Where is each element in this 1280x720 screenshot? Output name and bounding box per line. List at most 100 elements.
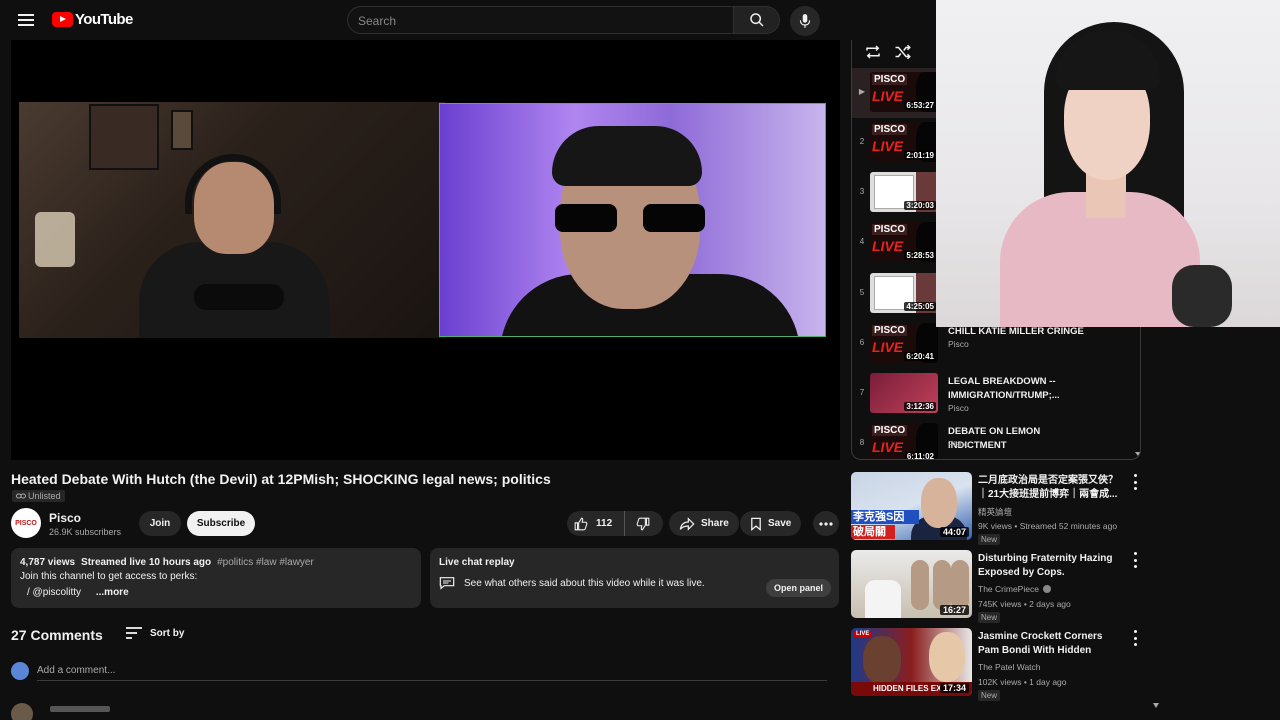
playlist-thumbnail[interactable]: PISCO LIVE 5:28:53	[870, 222, 938, 262]
youtube-logo[interactable]: YouTube	[52, 11, 133, 28]
playlist-thumbnail[interactable]: 4:25:05	[870, 273, 938, 313]
save-button[interactable]: Save	[740, 511, 802, 536]
video-player[interactable]	[11, 40, 840, 460]
recommendation-card[interactable]: 李克強S因破局關鍵 44:07 二月底政治局是否定案張又俠？｜21大接班提前博弈｜兩…	[851, 472, 1141, 545]
share-button[interactable]: Share	[669, 511, 739, 536]
description-box[interactable]: 4,787 views Streamed live 10 hours ago #…	[11, 548, 421, 608]
stream-date: Streamed live 10 hours ago	[81, 557, 212, 568]
voice-search-button[interactable]	[790, 6, 820, 36]
add-comment-input[interactable]: Add a comment...	[37, 665, 827, 681]
search-icon	[749, 13, 764, 27]
playlist-item-title[interactable]: LEGAL BREAKDOWN -- IMMIGRATION/TRUMP;...	[948, 375, 1098, 403]
thumbs-up-icon	[574, 517, 588, 530]
youtube-play-icon	[52, 12, 73, 27]
view-count: 4,787 views	[20, 557, 76, 568]
recommendation-title[interactable]: Disturbing Fraternity Hazing Exposed by …	[978, 552, 1126, 580]
thumbs-down-icon	[636, 517, 650, 530]
subscribe-button[interactable]: Subscribe	[187, 511, 255, 536]
subscriber-count: 26.9K subscribers	[49, 527, 122, 537]
save-label: Save	[768, 518, 792, 529]
playlist-item-index: ▶	[858, 87, 866, 96]
playlist-item-index: 3	[859, 187, 865, 196]
playlist-thumbnail[interactable]: 3:20:03	[870, 172, 938, 212]
recommendation-thumbnail[interactable]: 李克強S因破局關鍵 44:07	[851, 472, 972, 540]
playlist-item-index: 2	[859, 137, 865, 146]
playlist-item[interactable]: 7 3:12:36 LEGAL BREAKDOWN -- IMMIGRATION/T…	[852, 369, 1140, 419]
playlist-item-index: 6	[859, 338, 865, 347]
recommendation-channel[interactable]: 精英論壇	[978, 506, 1012, 518]
playlist-item-title[interactable]: DEBATE ON LEMON INDICTMENT	[948, 425, 1098, 453]
recommendation-title[interactable]: Jasmine Crockett Corners Pam Bondi With …	[978, 630, 1126, 658]
thumbnail-caption: 破局關鍵	[851, 525, 895, 539]
recommendation-card[interactable]: 16:27 Disturbing Fraternity Hazing Expose…	[851, 550, 1141, 623]
playlist-thumbnail[interactable]: PISCO LIVE 2:01:19	[870, 122, 938, 162]
new-badge: New	[978, 612, 1001, 623]
recommendation-duration: 16:27	[939, 605, 969, 615]
playlist-thumbnail[interactable]: PISCO LIVE 6:11:02	[870, 423, 938, 459]
playlist-item-channel[interactable]: Pisco	[948, 339, 969, 349]
menu-icon[interactable]	[14, 8, 38, 32]
more-actions-button[interactable]	[813, 511, 839, 536]
user-avatar	[11, 662, 29, 680]
playlist-item-channel[interactable]: Pisco	[948, 439, 969, 449]
scroll-down-arrow[interactable]	[1153, 703, 1159, 708]
unlisted-label: Unlisted	[28, 491, 61, 501]
playlist-item[interactable]: 8 PISCO LIVE 6:11:02 DEBATE ON LEMON INDICTM…	[852, 419, 1140, 459]
more-vertical-icon[interactable]	[1131, 552, 1139, 568]
playlist-item-index: 8	[859, 438, 865, 447]
video-left-feed	[19, 102, 445, 338]
playlist-thumbnail[interactable]: PISCO LIVE 6:20:41	[870, 323, 938, 363]
recommendation-channel[interactable]: The CrimePiece	[978, 584, 1039, 594]
loop-icon[interactable]	[864, 44, 882, 60]
join-button[interactable]: Join	[139, 511, 181, 536]
channel-name[interactable]: Pisco	[49, 511, 81, 525]
comment-author-avatar[interactable]	[11, 703, 33, 720]
recommendation-title[interactable]: 二月底政治局是否定案張又俠？｜21大接班提前博弈｜兩會成...	[978, 474, 1126, 502]
live-chat-title: Live chat replay	[439, 557, 515, 568]
description-text: Join this channel to get access to perks…	[20, 571, 198, 582]
search-input[interactable]	[358, 12, 718, 30]
live-chat-replay: Live chat replay See what others said ab…	[430, 548, 839, 608]
recommendation-channel-row: 精英論壇	[978, 506, 1012, 518]
sort-icon	[126, 627, 142, 639]
recommendation-duration: 44:07	[939, 527, 969, 537]
playlist-item-index: 7	[859, 388, 865, 397]
recommendation-meta: 102K views • 1 day ago	[978, 677, 1067, 687]
playlist-item-duration: 2:01:19	[904, 151, 936, 160]
recommendation-meta: 9K views • Streamed 52 minutes ago	[978, 521, 1118, 531]
playlist-item-channel[interactable]: Pisco	[948, 403, 969, 413]
search-button[interactable]	[734, 6, 780, 34]
playlist-thumbnail[interactable]: 3:12:36	[870, 373, 938, 413]
playlist-item-index: 5	[859, 288, 865, 297]
playlist-item-title[interactable]: CHILL KATIE MILLER CRINGE	[948, 325, 1098, 339]
search-box[interactable]	[347, 6, 734, 34]
shuffle-icon[interactable]	[894, 44, 912, 60]
verified-icon	[1042, 585, 1051, 593]
open-panel-button[interactable]: Open panel	[765, 579, 831, 597]
dislike-button[interactable]	[625, 511, 661, 536]
chat-icon	[439, 577, 455, 590]
more-vertical-icon[interactable]	[1131, 630, 1139, 646]
channel-avatar[interactable]: PISCO	[11, 508, 41, 538]
playlist-item-duration: 5:28:53	[904, 251, 936, 260]
hashtags[interactable]: #politics #law #lawyer	[217, 557, 314, 568]
comment-author-name[interactable]	[50, 706, 110, 712]
comments-count: 27 Comments	[11, 627, 103, 643]
playlist-item-duration: 3:12:36	[904, 402, 936, 411]
playlist-scroll-arrow[interactable]	[1135, 452, 1140, 456]
like-button[interactable]: 112	[567, 511, 625, 536]
recommendation-channel[interactable]: The Patel Watch	[978, 662, 1041, 672]
playlist-item-duration: 6:20:41	[904, 352, 936, 361]
playlist-thumbnail[interactable]: PISCO LIVE 6:53:27	[870, 72, 938, 112]
more-vertical-icon[interactable]	[1131, 474, 1139, 490]
thumbnail-caption: 李克強S因	[851, 510, 919, 524]
channel-handle-link[interactable]: / @piscolitty	[27, 587, 81, 598]
logo-text: YouTube	[75, 11, 133, 28]
sort-by-button[interactable]: Sort by	[126, 627, 184, 639]
recommendation-thumbnail[interactable]: LIVE HIDDEN FILES EX 17:34	[851, 628, 972, 696]
live-badge: LIVE	[854, 631, 872, 637]
recommendation-card[interactable]: LIVE HIDDEN FILES EX 17:34 Jasmine Crockett…	[851, 628, 1141, 701]
show-more-link[interactable]: ...more	[96, 587, 129, 598]
like-count: 112	[596, 518, 613, 529]
recommendation-thumbnail[interactable]: 16:27	[851, 550, 972, 618]
